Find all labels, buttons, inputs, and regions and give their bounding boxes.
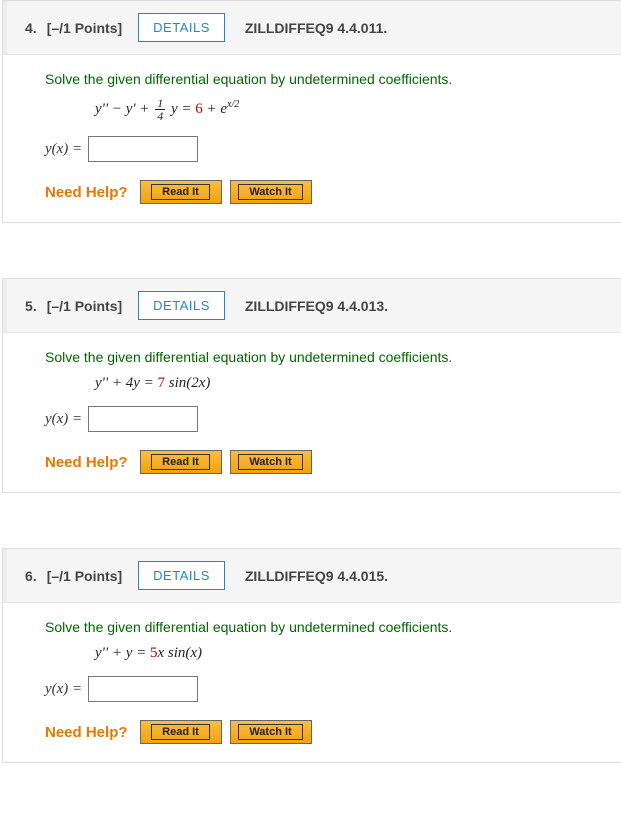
question-code: ZILLDIFFEQ9 4.4.015. <box>245 568 388 584</box>
help-row: Need Help? Read It Watch It <box>45 450 611 474</box>
answer-input[interactable] <box>88 676 198 702</box>
question-body: Solve the given differential equation by… <box>3 55 621 222</box>
equation: y'' − y' + 1 4 y = 6 + ex/2 <box>95 97 611 122</box>
question-body: Solve the given differential equation by… <box>3 333 621 492</box>
question-points: [–/1 Points] <box>47 568 122 584</box>
watch-it-button[interactable]: Watch It <box>230 720 312 744</box>
question-body: Solve the given differential equation by… <box>3 603 621 762</box>
read-it-button[interactable]: Read It <box>140 720 222 744</box>
need-help-label: Need Help? <box>45 184 128 201</box>
answer-label: y(x) = <box>45 141 82 158</box>
question-header: 5. [–/1 Points] DETAILS ZILLDIFFEQ9 4.4.… <box>3 279 621 333</box>
question-4: 4. [–/1 Points] DETAILS ZILLDIFFEQ9 4.4.… <box>2 0 621 223</box>
details-button[interactable]: DETAILS <box>138 291 225 320</box>
question-number: 4. <box>25 20 37 36</box>
watch-it-button[interactable]: Watch It <box>230 180 312 204</box>
need-help-label: Need Help? <box>45 724 128 741</box>
watch-it-button[interactable]: Watch It <box>230 450 312 474</box>
question-code: ZILLDIFFEQ9 4.4.013. <box>245 298 388 314</box>
details-button[interactable]: DETAILS <box>138 561 225 590</box>
read-it-button[interactable]: Read It <box>140 180 222 204</box>
instruction-text: Solve the given differential equation by… <box>45 71 611 87</box>
answer-input[interactable] <box>88 406 198 432</box>
question-points: [–/1 Points] <box>47 20 122 36</box>
instruction-text: Solve the given differential equation by… <box>45 349 611 365</box>
equation: y'' + 4y = 7 sin(2x) <box>95 375 611 392</box>
question-header: 6. [–/1 Points] DETAILS ZILLDIFFEQ9 4.4.… <box>3 549 621 603</box>
fraction: 1 4 <box>155 97 165 122</box>
help-row: Need Help? Read It Watch It <box>45 180 611 204</box>
read-it-button[interactable]: Read It <box>140 450 222 474</box>
answer-row: y(x) = <box>45 676 611 702</box>
answer-input[interactable] <box>88 136 198 162</box>
details-button[interactable]: DETAILS <box>138 13 225 42</box>
answer-label: y(x) = <box>45 681 82 698</box>
question-number: 5. <box>25 298 37 314</box>
question-header: 4. [–/1 Points] DETAILS ZILLDIFFEQ9 4.4.… <box>3 1 621 55</box>
question-number: 6. <box>25 568 37 584</box>
instruction-text: Solve the given differential equation by… <box>45 619 611 635</box>
equation: y'' + y = 5x sin(x) <box>95 645 611 662</box>
answer-row: y(x) = <box>45 406 611 432</box>
question-code: ZILLDIFFEQ9 4.4.011. <box>245 20 387 36</box>
question-6: 6. [–/1 Points] DETAILS ZILLDIFFEQ9 4.4.… <box>2 548 621 763</box>
answer-row: y(x) = <box>45 136 611 162</box>
question-5: 5. [–/1 Points] DETAILS ZILLDIFFEQ9 4.4.… <box>2 278 621 493</box>
answer-label: y(x) = <box>45 411 82 428</box>
question-points: [–/1 Points] <box>47 298 122 314</box>
need-help-label: Need Help? <box>45 454 128 471</box>
help-row: Need Help? Read It Watch It <box>45 720 611 744</box>
